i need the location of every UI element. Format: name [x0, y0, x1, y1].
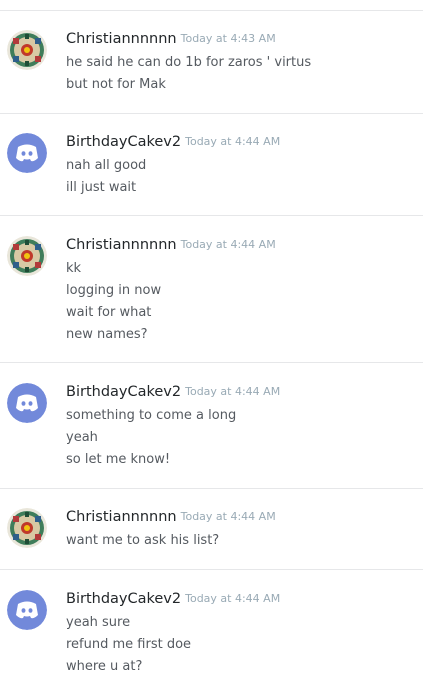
message-divider: [0, 362, 423, 363]
discord-logo-icon: [7, 590, 47, 630]
message-divider: [0, 569, 423, 570]
message-header: Christiannnnnn Today at 4:44 AM: [66, 236, 276, 255]
username[interactable]: BirthdayCakev2: [66, 591, 181, 607]
message-body: something to come a long yeah so let me …: [66, 405, 236, 471]
message-line: wait for what: [66, 305, 152, 320]
message-line: yeah sure: [66, 615, 131, 630]
custom-pattern-avatar-icon: [7, 30, 47, 70]
username[interactable]: BirthdayCakev2: [66, 384, 181, 400]
message-line: new names?: [66, 327, 148, 342]
timestamp[interactable]: Today at 4:44 AM: [185, 592, 280, 605]
message-line: ill just wait: [66, 180, 137, 195]
user-avatar-christian[interactable]: [7, 236, 47, 276]
username[interactable]: Christiannnnnn: [66, 237, 177, 253]
message-header: Christiannnnnn Today at 4:43 AM: [66, 30, 276, 49]
username[interactable]: BirthdayCakev2: [66, 134, 181, 150]
message-header: BirthdayCakev2 Today at 4:44 AM: [66, 383, 280, 402]
message-body: kk logging in now wait for what new name…: [66, 258, 161, 346]
message-line: where u at?: [66, 659, 143, 674]
custom-pattern-avatar-icon: [7, 508, 47, 548]
user-avatar-birthday[interactable]: [7, 133, 47, 173]
message-divider: [0, 113, 423, 114]
message-body: nah all good ill just wait: [66, 155, 146, 199]
message-line: he said he can do 1b for zaros ' virtus: [66, 55, 312, 70]
timestamp[interactable]: Today at 4:44 AM: [181, 238, 276, 251]
message-line: want me to ask his list?: [66, 533, 220, 548]
message-line: logging in now: [66, 283, 162, 298]
custom-pattern-avatar-icon: [7, 236, 47, 276]
user-avatar-birthday[interactable]: [7, 590, 47, 630]
username[interactable]: Christiannnnnn: [66, 31, 177, 47]
timestamp[interactable]: Today at 4:44 AM: [181, 510, 276, 523]
message-divider: [0, 10, 423, 11]
discord-logo-icon: [7, 133, 47, 173]
message-line: so let me know!: [66, 452, 171, 467]
message-body: he said he can do 1b for zaros ' virtus …: [66, 52, 311, 96]
timestamp[interactable]: Today at 4:44 AM: [185, 135, 280, 148]
message-divider: [0, 215, 423, 216]
message-line: nah all good: [66, 158, 147, 173]
user-avatar-christian[interactable]: [7, 30, 47, 70]
message-line: yeah: [66, 430, 98, 445]
timestamp[interactable]: Today at 4:44 AM: [185, 385, 280, 398]
username[interactable]: Christiannnnnn: [66, 509, 177, 525]
message-body: want me to ask his list?: [66, 530, 219, 552]
message-line: something to come a long: [66, 408, 237, 423]
user-avatar-christian[interactable]: [7, 508, 47, 548]
message-header: BirthdayCakev2 Today at 4:44 AM: [66, 590, 280, 609]
message-header: Christiannnnnn Today at 4:44 AM: [66, 508, 276, 527]
message-body: yeah sure refund me first doe where u at…: [66, 612, 191, 678]
message-line: kk: [66, 261, 82, 276]
message-header: BirthdayCakev2 Today at 4:44 AM: [66, 133, 280, 152]
timestamp[interactable]: Today at 4:43 AM: [181, 32, 276, 45]
discord-logo-icon: [7, 383, 47, 423]
message-divider: [0, 488, 423, 489]
message-line: refund me first doe: [66, 637, 192, 652]
user-avatar-birthday[interactable]: [7, 383, 47, 423]
message-line: but not for Mak: [66, 77, 166, 92]
